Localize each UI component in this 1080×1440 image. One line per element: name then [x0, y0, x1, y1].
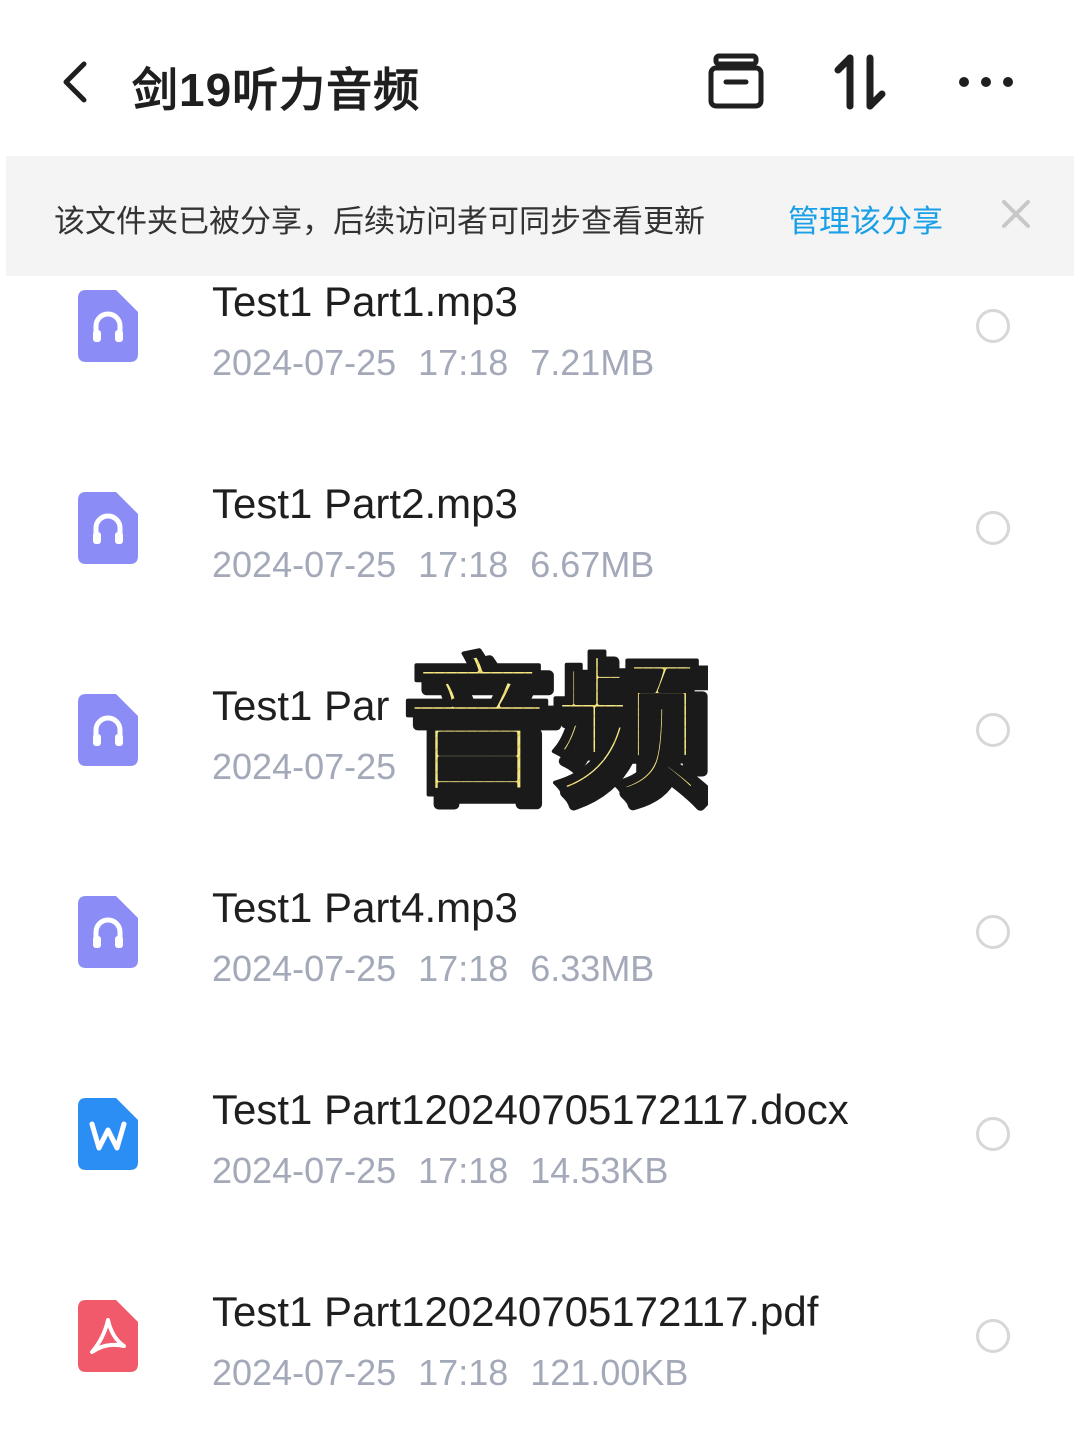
file-meta: 2024-07-25 17:18 6.33MB	[212, 948, 676, 990]
pdf-file-icon	[78, 1300, 138, 1372]
select-checkbox[interactable]	[976, 1117, 1010, 1151]
file-meta: 2024-07-25 17:18 14.53KB	[212, 1150, 690, 1192]
audio-file-icon	[78, 694, 138, 766]
word-file-icon	[78, 1098, 138, 1170]
manage-share-link[interactable]: 管理该分享	[788, 196, 943, 241]
file-row[interactable]: Test1 Part120240705172117.pdf 2024-07-25…	[0, 1286, 1080, 1440]
select-checkbox[interactable]	[976, 915, 1010, 949]
file-name: Test1 Part1.mp3	[212, 278, 518, 325]
collection-box-button[interactable]	[706, 50, 766, 114]
file-name: Test1 Part120240705172117.pdf	[212, 1288, 819, 1335]
file-date: 2024-07-25	[212, 746, 397, 787]
audio-file-icon	[78, 492, 138, 564]
file-name: Test1 Part120240705172117.docx	[212, 1086, 849, 1133]
file-row[interactable]: Test1 Part4.mp3 2024-07-25 17:18 6.33MB	[0, 882, 1080, 1084]
file-time: 17:18	[418, 1352, 509, 1393]
file-size: 6.33MB	[530, 948, 655, 989]
select-checkbox[interactable]	[976, 713, 1010, 747]
share-banner-message: 该文件夹已被分享，后续访问者可同步查看更新	[54, 204, 705, 239]
file-size: 6.67MB	[530, 544, 655, 585]
file-row[interactable]: Test1 Part2.mp3 2024-07-25 17:18 6.67MB	[0, 478, 1080, 680]
close-icon	[1002, 200, 1030, 228]
back-button[interactable]	[56, 52, 96, 112]
file-size: 14.53KB	[530, 1150, 669, 1191]
share-banner: 该文件夹已被分享，后续访问者可同步查看更新 管理该分享	[6, 156, 1074, 276]
file-meta: 2024-07-25 17:18 6.67MB	[212, 544, 676, 586]
file-size: 7.21MB	[530, 342, 655, 383]
file-name: Test1 Part4.mp3	[212, 884, 518, 931]
file-row[interactable]: Test1 Par 2024-07-25	[0, 680, 1080, 882]
file-time: 17:18	[418, 1150, 509, 1191]
audio-file-icon	[78, 290, 138, 362]
back-icon	[63, 61, 87, 103]
file-time: 17:18	[418, 948, 509, 989]
select-checkbox[interactable]	[976, 511, 1010, 545]
file-date: 2024-07-25	[212, 1352, 397, 1393]
more-button[interactable]	[954, 50, 1018, 114]
file-row[interactable]: Test1 Part120240705172117.docx 2024-07-2…	[0, 1084, 1080, 1286]
select-checkbox[interactable]	[976, 309, 1010, 343]
file-meta: 2024-07-25 17:18 121.00KB	[212, 1352, 710, 1394]
file-name: Test1 Part2.mp3	[212, 480, 518, 527]
collection-box-icon	[708, 53, 764, 109]
sort-button[interactable]	[830, 50, 890, 114]
file-meta: 2024-07-25	[212, 746, 418, 788]
file-time: 17:18	[418, 342, 509, 383]
banner-close-button[interactable]	[996, 194, 1036, 234]
page-title: 剑19听力音频	[132, 64, 421, 116]
file-name: Test1 Par	[212, 682, 390, 729]
file-size: 121.00KB	[530, 1352, 689, 1393]
app-header: 剑19听力音频	[0, 0, 1080, 150]
file-row[interactable]: Test1 Part1.mp3 2024-07-25 17:18 7.21MB	[0, 276, 1080, 478]
file-date: 2024-07-25	[212, 342, 397, 383]
audio-file-icon	[78, 896, 138, 968]
file-date: 2024-07-25	[212, 948, 397, 989]
file-date: 2024-07-25	[212, 544, 397, 585]
file-time: 17:18	[418, 544, 509, 585]
select-checkbox[interactable]	[976, 1319, 1010, 1353]
sort-icon	[834, 54, 886, 110]
file-date: 2024-07-25	[212, 1150, 397, 1191]
more-icon	[959, 77, 1013, 87]
file-meta: 2024-07-25 17:18 7.21MB	[212, 342, 676, 384]
